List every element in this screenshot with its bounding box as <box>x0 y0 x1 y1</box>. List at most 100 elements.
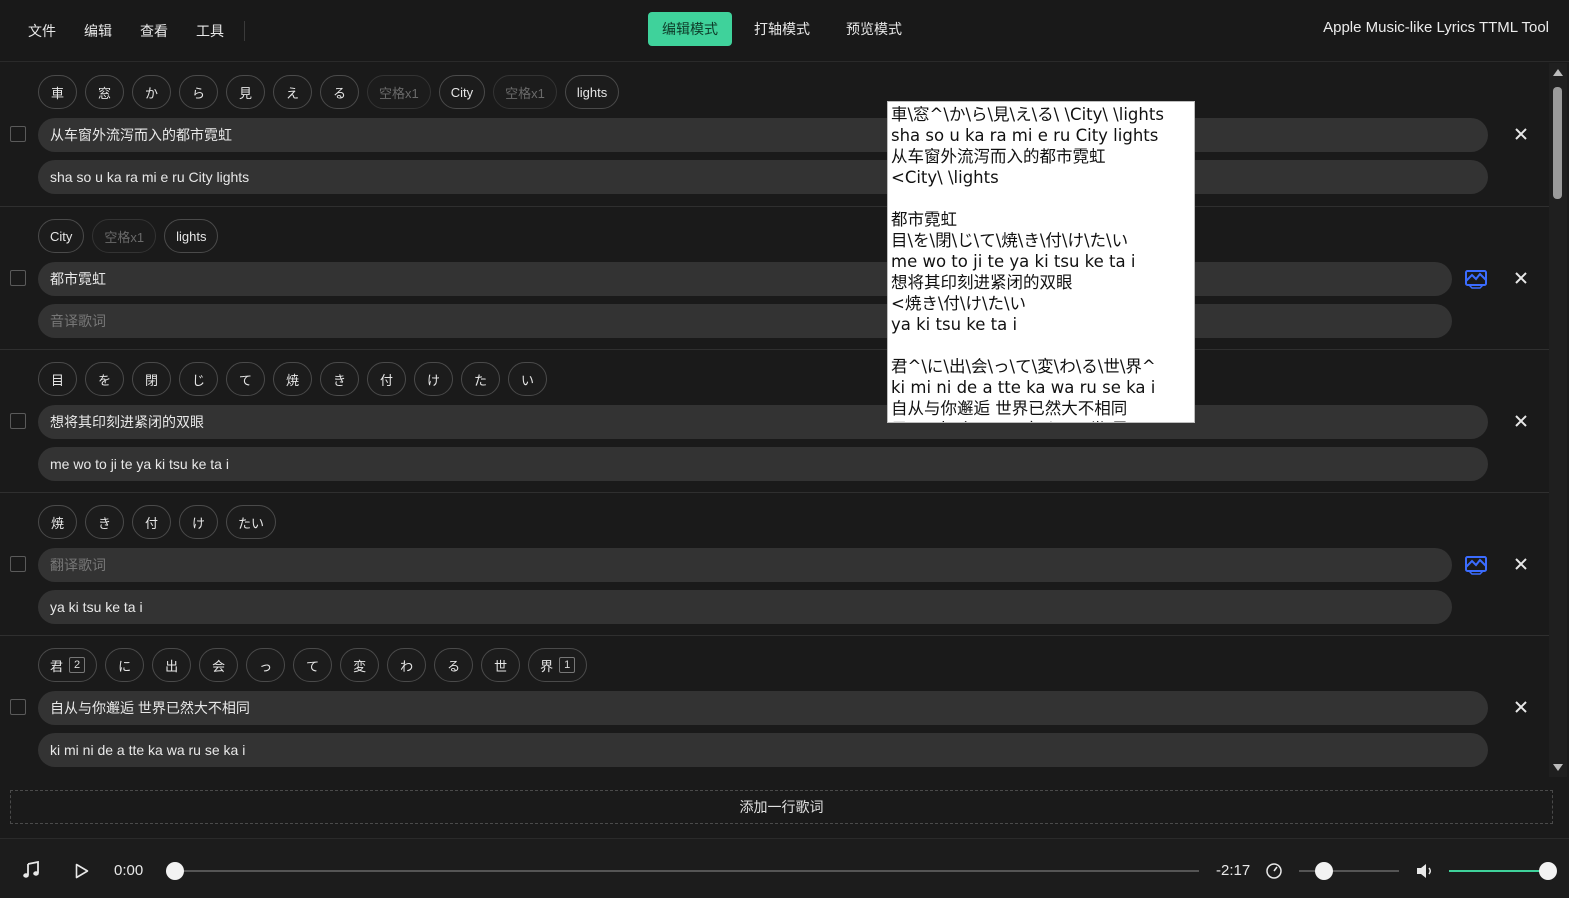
word-chip[interactable]: 君2 <box>38 648 98 682</box>
menu-file[interactable]: 文件 <box>14 15 70 47</box>
romanization-field[interactable]: me wo to ji te ya ki tsu ke ta i <box>38 447 1488 481</box>
menu-tools[interactable]: 工具 <box>182 15 238 47</box>
word-chip[interactable]: たい <box>226 505 277 539</box>
word-chip[interactable]: 付 <box>367 362 406 396</box>
line-select-checkbox[interactable] <box>10 556 26 572</box>
word-chip[interactable]: 会 <box>199 648 239 682</box>
word-chip[interactable]: 見 <box>226 75 265 109</box>
progress-slider-knob[interactable] <box>166 862 184 880</box>
line-select-checkbox[interactable] <box>10 270 26 286</box>
word-chip[interactable]: か <box>132 75 171 109</box>
word-chip[interactable]: 付 <box>132 505 171 539</box>
scroll-down-arrow-icon[interactable] <box>1553 764 1563 771</box>
word-chip-list: 焼 き 付 け たい <box>38 505 277 539</box>
word-chip[interactable]: じ <box>179 362 218 396</box>
word-chip-badge: 2 <box>69 657 86 673</box>
play-icon[interactable] <box>75 863 89 879</box>
merge-line-icon[interactable] <box>1464 267 1488 289</box>
word-chip[interactable]: っ <box>246 648 286 682</box>
delete-line-icon[interactable] <box>1511 411 1531 431</box>
word-chip[interactable]: 世 <box>481 648 521 682</box>
word-chip[interactable]: て <box>293 648 333 682</box>
word-chip[interactable]: る <box>320 75 359 109</box>
delete-line-icon[interactable] <box>1511 554 1531 574</box>
word-chip[interactable]: ら <box>179 75 218 109</box>
music-note-icon[interactable] <box>22 861 40 879</box>
word-chip[interactable]: い <box>508 362 547 396</box>
menu-edit[interactable]: 编辑 <box>70 15 126 47</box>
word-chip[interactable]: に <box>105 648 145 682</box>
word-chip[interactable]: lights <box>564 75 620 109</box>
translation-field[interactable]: 翻译歌词 <box>38 548 1452 582</box>
line-select-checkbox[interactable] <box>10 699 26 715</box>
scroll-thumb[interactable] <box>1553 87 1562 199</box>
line-select-checkbox[interactable] <box>10 126 26 142</box>
space-word-chip[interactable]: 空格x1 <box>367 75 431 109</box>
menu-view[interactable]: 查看 <box>126 15 182 47</box>
word-chip[interactable]: を <box>85 362 124 396</box>
word-chip[interactable]: わ <box>387 648 427 682</box>
word-chip[interactable]: た <box>461 362 500 396</box>
ttml-text-preview-popup[interactable]: 車\窓^\か\ら\見\え\る\ \City\ \lights sha so u k… <box>887 101 1195 423</box>
romanization-field[interactable]: ki mi ni de a tte ka wa ru se ka i <box>38 733 1488 767</box>
delete-line-icon[interactable] <box>1511 697 1531 717</box>
word-chip[interactable]: き <box>320 362 359 396</box>
translation-field[interactable]: 从车窗外流泻而入的都市霓虹 <box>38 118 1488 152</box>
sync-mode-button[interactable]: 打轴模式 <box>740 12 824 46</box>
popup-text-line: 君^\に\出\会\っ\て\変\わ\る\世\界^ <box>891 357 1156 376</box>
word-chip[interactable]: 変 <box>340 648 380 682</box>
word-chip[interactable]: 界1 <box>528 648 588 682</box>
word-chip[interactable]: 出 <box>152 648 192 682</box>
word-chip-text: き <box>97 515 111 531</box>
space-word-chip[interactable]: 空格x1 <box>92 219 157 253</box>
word-chip[interactable]: 焼 <box>38 505 77 539</box>
translation-field[interactable]: 都市霓虹 <box>38 262 1452 296</box>
volume-slider-knob[interactable] <box>1539 862 1557 880</box>
word-chip[interactable]: City <box>38 219 85 253</box>
speed-slider-track[interactable] <box>1299 870 1399 872</box>
word-chip-text: lights <box>576 84 608 100</box>
translation-field[interactable]: 自从与你邂逅 世界已然大不相同 <box>38 691 1488 725</box>
word-chip[interactable]: 閉 <box>132 362 171 396</box>
word-chip[interactable]: lights <box>164 219 219 253</box>
delete-line-icon[interactable] <box>1511 268 1531 288</box>
volume-icon[interactable] <box>1415 862 1435 880</box>
preview-mode-button[interactable]: 预览模式 <box>832 12 916 46</box>
word-chip-text: た <box>473 372 487 388</box>
word-chip[interactable]: 車 <box>38 75 77 109</box>
word-chip-list: 君2 に 出 会 っ て 変 わ る 世 界1 <box>38 648 588 682</box>
edit-mode-button[interactable]: 编辑模式 <box>648 12 732 46</box>
word-chip[interactable]: 焼 <box>273 362 312 396</box>
line-select-checkbox[interactable] <box>10 413 26 429</box>
romanization-field[interactable]: 音译歌词 <box>38 304 1452 338</box>
word-chip[interactable]: え <box>273 75 312 109</box>
romanization-field[interactable]: ya ki tsu ke ta i <box>38 590 1452 624</box>
remaining-time: -2:17 <box>1216 862 1251 879</box>
word-chip-text: け <box>191 515 205 531</box>
delete-line-icon[interactable] <box>1511 124 1531 144</box>
popup-text-line: <City\ \lights <box>891 168 999 187</box>
playback-speed-icon[interactable] <box>1265 862 1283 880</box>
word-chip-text: 空格x1 <box>379 85 419 101</box>
word-chip-text: City <box>50 228 73 244</box>
word-chip[interactable]: City <box>438 75 486 109</box>
word-chip[interactable]: き <box>85 505 124 539</box>
word-chip[interactable]: 窓 <box>85 75 124 109</box>
word-chip-text: じ <box>191 372 205 388</box>
romanization-field[interactable]: sha so u ka ra mi e ru City lights <box>38 160 1488 194</box>
space-word-chip[interactable]: 空格x1 <box>493 75 557 109</box>
translation-field[interactable]: 想将其印刻进紧闭的双眼 <box>38 405 1488 439</box>
add-lyric-line-button[interactable]: 添加一行歌词 <box>10 790 1553 824</box>
word-chip[interactable]: る <box>434 648 474 682</box>
word-chip[interactable]: け <box>414 362 453 396</box>
scroll-up-arrow-icon[interactable] <box>1553 69 1563 76</box>
word-chip[interactable]: 目 <box>38 362 77 396</box>
merge-line-icon[interactable] <box>1464 553 1488 575</box>
scrollbar[interactable] <box>1549 63 1567 777</box>
progress-track[interactable] <box>166 870 1199 872</box>
speed-slider-knob[interactable] <box>1315 862 1333 880</box>
word-chip-text: City <box>450 84 474 100</box>
word-chip[interactable]: て <box>226 362 265 396</box>
word-chip[interactable]: け <box>179 505 218 539</box>
mode-switcher: 编辑模式 打轴模式 预览模式 <box>648 12 916 46</box>
